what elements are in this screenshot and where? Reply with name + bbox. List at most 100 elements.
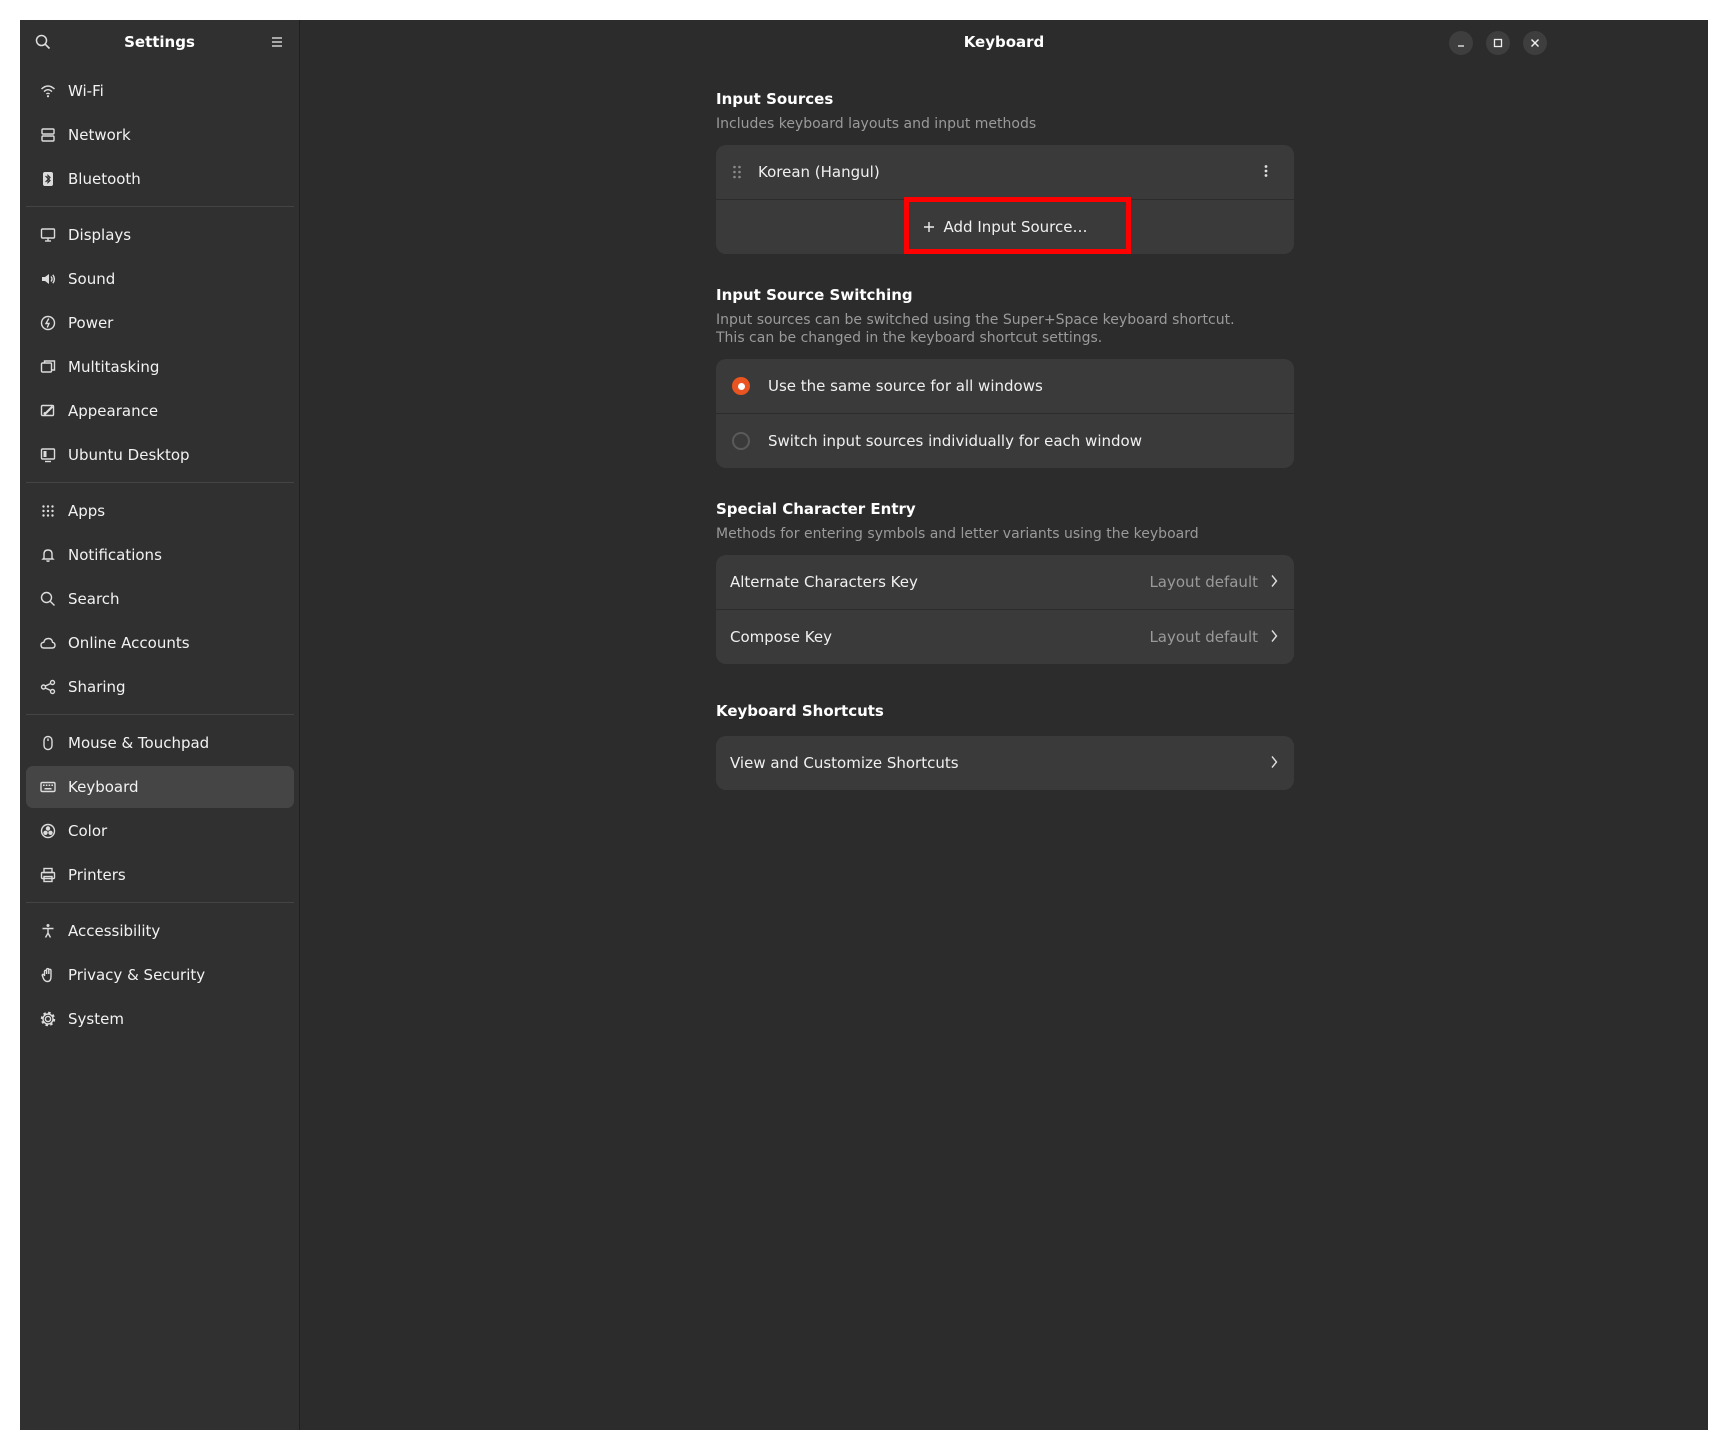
keyboard-icon (40, 779, 56, 795)
sidebar-separator (26, 482, 294, 483)
apps-icon (40, 503, 56, 519)
sidebar-item-notifications[interactable]: Notifications (26, 534, 294, 576)
sidebar-title: Settings (124, 33, 195, 51)
sidebar-item-privacy-security[interactable]: Privacy & Security (26, 954, 294, 996)
input-source-label: Korean (Hangul) (758, 163, 880, 181)
bluetooth-icon (40, 171, 56, 187)
sidebar-item-bluetooth[interactable]: Bluetooth (26, 158, 294, 200)
sidebar-item-sound[interactable]: Sound (26, 258, 294, 300)
maximize-icon (1493, 38, 1503, 48)
sidebar-item-accessibility[interactable]: Accessibility (26, 910, 294, 952)
sidebar-item-label: Wi-Fi (68, 82, 104, 100)
row-value: Layout default (1149, 573, 1258, 591)
sidebar-item-label: System (68, 1010, 124, 1028)
close-icon (1530, 38, 1540, 48)
plus-icon (923, 221, 935, 233)
switching-subtitle-line2: This can be changed in the keyboard shor… (716, 330, 1103, 346)
alternate-characters-key-row[interactable]: Alternate Characters Key Layout default (716, 555, 1294, 609)
input-source-row[interactable]: Korean (Hangul) (716, 145, 1294, 199)
chevron-right-icon (1270, 629, 1278, 643)
search-icon (40, 591, 56, 607)
sidebar-item-mouse-touchpad[interactable]: Mouse & Touchpad (26, 722, 294, 764)
sidebar-item-label: Mouse & Touchpad (68, 734, 210, 752)
minimize-button[interactable] (1449, 31, 1473, 55)
sidebar-item-label: Search (68, 590, 120, 608)
more-options-icon[interactable] (1264, 164, 1268, 178)
sidebar-item-ubuntu-desktop[interactable]: Ubuntu Desktop (26, 434, 294, 476)
switching-subtitle: Input sources can be switched using the … (716, 311, 1294, 347)
sidebar-header: Settings (20, 20, 299, 66)
sidebar-item-search[interactable]: Search (26, 578, 294, 620)
add-input-source-row: Add Input Source… (716, 199, 1294, 254)
radio-option-individual[interactable]: Switch input sources individually for ea… (716, 413, 1294, 468)
shortcuts-card: View and Customize Shortcuts (716, 736, 1294, 790)
display-icon (40, 227, 56, 243)
bell-icon (40, 547, 56, 563)
sidebar-item-label: Online Accounts (68, 634, 190, 652)
radio-selected[interactable] (732, 377, 750, 395)
sidebar-item-printers[interactable]: Printers (26, 854, 294, 896)
settings-window: Settings Wi-Fi Network Bluetooth Displays So… (20, 20, 1708, 1430)
sidebar-separator (26, 206, 294, 207)
input-sources-card: Korean (Hangul) Add Input Source… (716, 145, 1294, 254)
sidebar-item-power[interactable]: Power (26, 302, 294, 344)
sidebar-item-color[interactable]: Color (26, 810, 294, 852)
sidebar-item-label: Displays (68, 226, 132, 244)
sidebar-item-label: Keyboard (68, 778, 139, 796)
ubuntu-desktop-icon (40, 447, 56, 463)
sidebar-separator (26, 902, 294, 903)
power-icon (40, 315, 56, 331)
row-label: View and Customize Shortcuts (730, 754, 959, 772)
hamburger-menu-icon[interactable] (269, 34, 285, 50)
row-label: Compose Key (730, 628, 832, 646)
sidebar-item-label: Multitasking (68, 358, 160, 376)
appearance-icon (40, 403, 56, 419)
sidebar-item-label: Color (68, 822, 108, 840)
sidebar-item-label: Sound (68, 270, 116, 288)
chevron-right-icon (1270, 755, 1278, 769)
switching-subtitle-line1: Input sources can be switched using the … (716, 312, 1235, 328)
sidebar-item-label: Sharing (68, 678, 126, 696)
add-input-source-button[interactable]: Add Input Source… (913, 212, 1098, 242)
maximize-button[interactable] (1486, 31, 1510, 55)
sidebar-item-label: Apps (68, 502, 106, 520)
sound-icon (40, 271, 56, 287)
cloud-icon (40, 635, 56, 651)
drag-handle-icon[interactable] (732, 164, 742, 180)
sidebar-item-appearance[interactable]: Appearance (26, 390, 294, 432)
special-title: Special Character Entry (716, 500, 916, 518)
radio-unselected[interactable] (732, 432, 750, 450)
view-shortcuts-row[interactable]: View and Customize Shortcuts (716, 736, 1294, 790)
sidebar-item-apps[interactable]: Apps (26, 490, 294, 532)
radio-option-same-source[interactable]: Use the same source for all windows (716, 359, 1294, 413)
special-subtitle: Methods for entering symbols and letter … (716, 526, 1199, 542)
sidebar-item-displays[interactable]: Displays (26, 214, 294, 256)
sidebar-item-system[interactable]: System (26, 998, 294, 1040)
privacy-hand-icon (40, 967, 56, 983)
sidebar-item-label: Printers (68, 866, 126, 884)
switching-card: Use the same source for all windows Swit… (716, 359, 1294, 468)
add-input-source-label: Add Input Source… (943, 218, 1088, 236)
sidebar-item-label: Appearance (68, 402, 159, 420)
sidebar-item-online-accounts[interactable]: Online Accounts (26, 622, 294, 664)
sidebar-item-wi-fi[interactable]: Wi-Fi (26, 70, 294, 112)
sidebar: Settings Wi-Fi Network Bluetooth Displays So… (20, 20, 300, 1430)
row-label: Alternate Characters Key (730, 573, 918, 591)
sidebar-item-label: Privacy & Security (68, 966, 206, 984)
share-icon (40, 679, 56, 695)
radio-option-label: Switch input sources individually for ea… (768, 432, 1142, 450)
printer-icon (40, 867, 56, 883)
color-icon (40, 823, 56, 839)
sidebar-item-label: Bluetooth (68, 170, 141, 188)
sidebar-item-sharing[interactable]: Sharing (26, 666, 294, 708)
network-icon (40, 127, 56, 143)
special-card: Alternate Characters Key Layout default … (716, 555, 1294, 664)
compose-key-row[interactable]: Compose Key Layout default (716, 609, 1294, 664)
sidebar-item-keyboard[interactable]: Keyboard (26, 766, 294, 808)
sidebar-item-network[interactable]: Network (26, 114, 294, 156)
accessibility-icon (40, 923, 56, 939)
close-button[interactable] (1523, 31, 1547, 55)
mouse-icon (40, 735, 56, 751)
wifi-icon (40, 83, 56, 99)
sidebar-item-multitasking[interactable]: Multitasking (26, 346, 294, 388)
